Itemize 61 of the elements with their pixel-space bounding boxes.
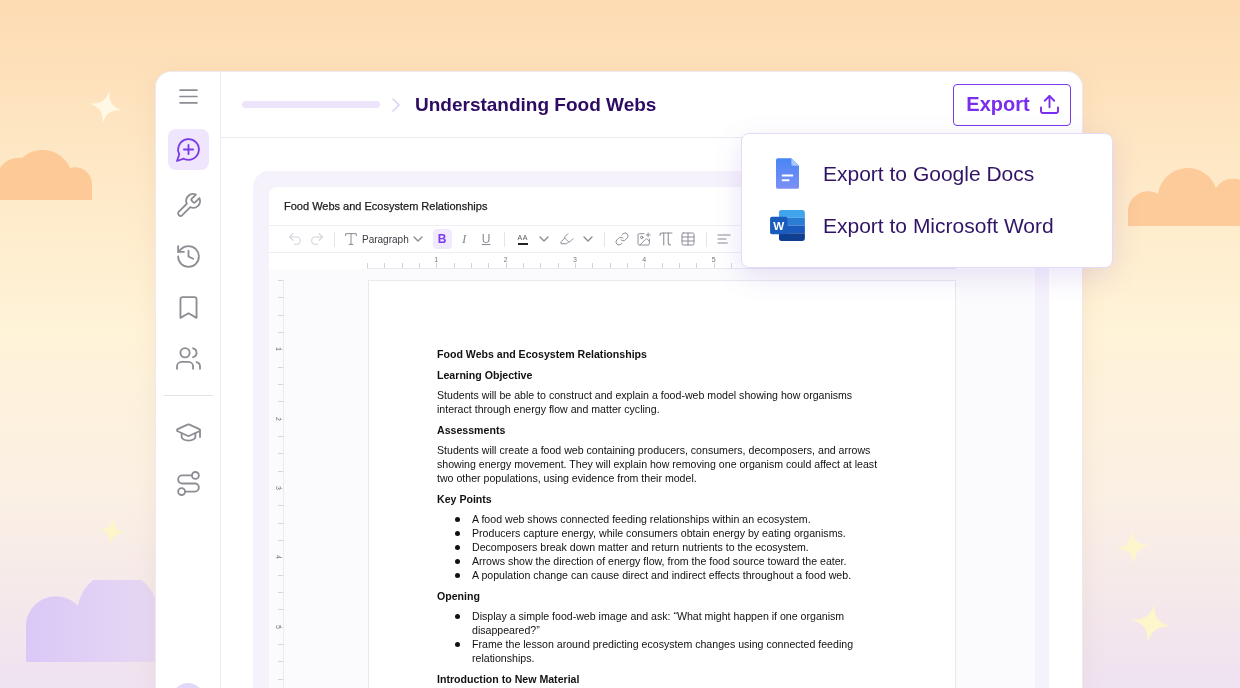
table-icon <box>682 233 695 245</box>
chevron-down-icon <box>413 237 422 241</box>
block-style-dropdown[interactable]: Paragraph <box>343 229 422 249</box>
redo-icon <box>310 233 323 245</box>
chevron-down-icon <box>539 237 548 241</box>
sparkle-icon <box>96 515 128 547</box>
paragraph-text: Students will create a food web containing producers, consumers, decomposers, and arrows showing energy movement. They will explain how removing one organism could affect at least two other populations, using evidence from their model. <box>437 443 879 485</box>
section-heading: Opening <box>437 588 481 603</box>
cloud-icon <box>26 580 155 662</box>
section-heading: Introduction to New Material <box>437 671 581 686</box>
bullet-icon <box>455 641 460 647</box>
bullet-text: Arrows show the direction of energy flow, from the food source toward the eater. <box>472 554 847 568</box>
bullet-text: Frame the lesson around predicting ecosystem changes using connected feeding relationships. <box>472 637 855 665</box>
italic-button[interactable]: I <box>454 229 474 249</box>
export-menu-item[interactable]: Export to Google Docs <box>742 147 1112 200</box>
export-menu-item[interactable]: W Export to Microsoft Word <box>742 199 1112 252</box>
page-title: Understanding Food Webs <box>415 93 657 116</box>
bullet-text: A population change can cause direct and indirect effects throughout a food web. <box>472 568 852 582</box>
bullet-icon <box>455 544 460 550</box>
upload-icon <box>1040 96 1058 113</box>
section-heading: Key Points <box>437 491 493 506</box>
underline-button[interactable]: U <box>476 229 496 249</box>
sidebar-item[interactable] <box>167 129 209 170</box>
chevron-right-icon <box>393 97 399 112</box>
sparkle-icon <box>1114 528 1152 566</box>
history-icon <box>176 245 200 268</box>
document-icon <box>775 158 799 189</box>
bullet-icon <box>455 530 460 536</box>
bullet-icon <box>455 572 460 578</box>
graduation-cap-icon <box>176 421 200 444</box>
link-icon <box>616 233 629 245</box>
paragraph-text: Students will be able to construct and explain a food-web model showing how organisms interact through energy flow and matter cycling. <box>437 388 854 416</box>
chevron-down-icon <box>583 237 592 241</box>
pi-icon <box>660 233 673 245</box>
align-left-icon <box>718 233 731 245</box>
image-plus-icon <box>638 233 651 245</box>
bullet-icon <box>455 516 460 522</box>
highlighter-icon <box>561 233 574 245</box>
section-heading: Assessments <box>437 422 507 437</box>
bold-button[interactable]: B <box>432 229 452 249</box>
text-type-icon <box>345 233 357 245</box>
undo-icon <box>288 233 301 245</box>
link-button[interactable] <box>612 229 632 249</box>
bullet-text: Decomposers break down matter and return nutrients to the ecosystem. <box>472 540 809 554</box>
menu-button[interactable] <box>178 89 198 104</box>
table-button[interactable] <box>678 229 698 249</box>
document-title: Food Webs and Ecosystem Relationships <box>284 200 488 212</box>
bullet-icon <box>455 613 460 619</box>
bullet-text: Producers capture energy, while consumers obtain energy by eating organisms. <box>472 526 846 540</box>
chat-plus-icon <box>176 138 200 161</box>
wrench-icon <box>176 194 200 217</box>
bullet-text: Display a simple food-web image and ask: “What might happen if one organism disappeared?” <box>472 609 846 637</box>
export-button[interactable]: Export <box>953 83 1071 126</box>
menu-icon <box>178 89 198 104</box>
users-icon <box>176 347 200 370</box>
bullet-icon <box>455 558 460 564</box>
image-button[interactable] <box>634 229 654 249</box>
route-icon <box>176 472 200 495</box>
section-heading: Learning Objective <box>437 367 534 382</box>
bullet-text: A food web shows connected feeding relationships within an ecosystem. <box>472 512 811 526</box>
section-heading: Food Webs and Ecosystem Relationships <box>437 347 648 361</box>
